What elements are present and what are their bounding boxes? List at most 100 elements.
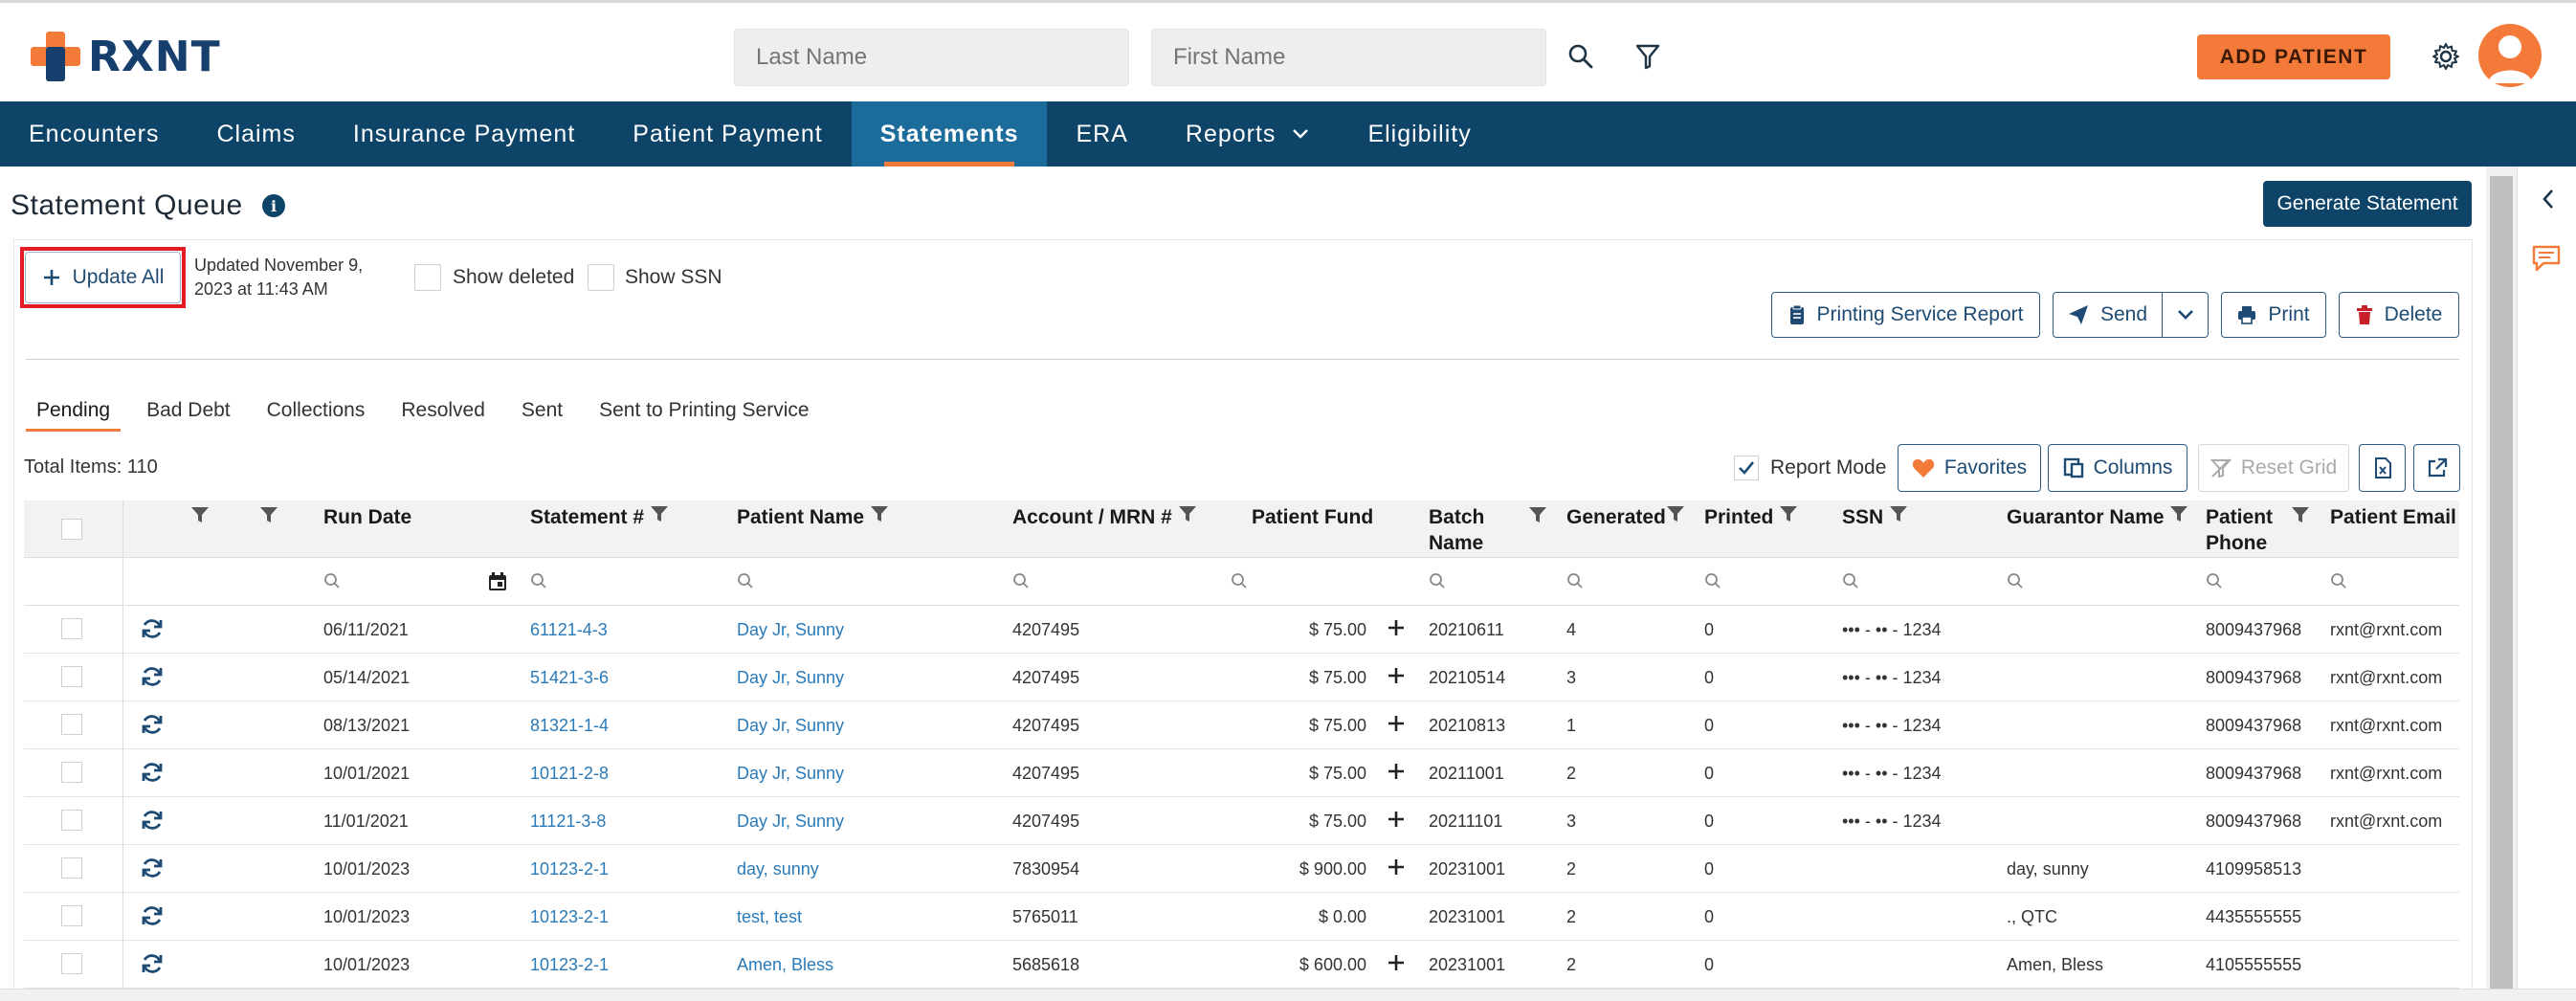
statement-link[interactable]: 11121-3-8 (530, 812, 606, 832)
add-fund-plus-icon[interactable] (1387, 856, 1406, 879)
statement-link[interactable]: 10123-2-1 (530, 859, 609, 879)
show-deleted-checkbox[interactable] (414, 264, 441, 291)
filter-icon[interactable] (650, 504, 669, 523)
refresh-icon[interactable] (141, 809, 164, 836)
filter-icon[interactable] (1779, 504, 1798, 523)
header-patient-fund[interactable]: Patient Fund (1252, 504, 1373, 530)
chat-icon[interactable] (2527, 239, 2565, 278)
patient-name-link[interactable]: Day Jr, Sunny (737, 812, 844, 832)
filter-icon[interactable] (2291, 505, 2310, 524)
column-filter-search-icon[interactable] (1704, 572, 1721, 594)
filter-icon[interactable] (1528, 505, 1547, 524)
tab-sent-to-printing-service[interactable]: Sent to Printing Service (588, 395, 819, 432)
column-filter-search-icon[interactable] (2007, 572, 2024, 594)
filter-icon[interactable] (1178, 504, 1197, 523)
header-printed[interactable]: Printed (1704, 504, 1798, 530)
filter-icon[interactable] (1629, 37, 1667, 76)
update-all-button[interactable]: Update All (25, 252, 181, 303)
table-row[interactable]: 11/01/2021 11121-3-8 Day Jr, Sunny 4207495 2… (24, 797, 2459, 845)
report-mode-checkbox[interactable] (1734, 456, 1759, 480)
table-row[interactable]: 08/13/2021 81321-1-4 Day Jr, Sunny 4207495 2… (24, 701, 2459, 749)
column-filter-search-icon[interactable] (2206, 572, 2223, 594)
header-patient-email[interactable]: Patient Email (2330, 504, 2456, 530)
header-patient-name[interactable]: Patient Name (737, 504, 889, 530)
patient-name-link[interactable]: Day Jr, Sunny (737, 620, 844, 640)
header-generated[interactable]: Generated (1566, 504, 1685, 530)
delete-button[interactable]: Delete (2339, 292, 2459, 338)
refresh-icon[interactable] (141, 665, 164, 693)
table-row[interactable]: 10/01/2023 10123-2-1 day, sunny 7830954 2023… (24, 845, 2459, 893)
header-ssn[interactable]: SSN (1842, 504, 1908, 530)
statement-link[interactable]: 51421-3-6 (530, 668, 609, 688)
filter-icon[interactable] (1889, 504, 1908, 523)
refresh-icon[interactable] (141, 904, 164, 932)
favorites-button[interactable]: Favorites (1898, 444, 2041, 492)
refresh-icon[interactable] (141, 761, 164, 789)
patient-name-link[interactable]: test, test (737, 907, 802, 927)
nav-patient-payment[interactable]: Patient Payment (604, 101, 851, 167)
nav-insurance-payment[interactable]: Insurance Payment (324, 101, 604, 167)
rxnt-logo[interactable]: RXNT (29, 30, 221, 83)
table-row[interactable]: 10/01/2023 10123-2-1 Amen, Bless 5685618 202… (24, 941, 2459, 989)
add-fund-plus-icon[interactable] (1387, 713, 1406, 736)
table-row[interactable]: 10/01/2023 10123-2-1 test, test 5765011 2023… (24, 893, 2459, 941)
header-guarantor-name[interactable]: Guarantor Name (2007, 504, 2188, 530)
last-name-input[interactable] (734, 29, 1129, 86)
column-filter-search-icon[interactable] (1566, 572, 1584, 594)
filter-icon[interactable] (1666, 504, 1685, 523)
report-mode-toggle[interactable]: Report Mode (1734, 456, 1886, 480)
refresh-icon[interactable] (141, 856, 164, 884)
filter-icon[interactable] (259, 505, 278, 524)
header-batch-name[interactable]: Batch Name (1429, 504, 1484, 556)
tab-resolved[interactable]: Resolved (390, 395, 496, 432)
column-filter-search-icon[interactable] (530, 572, 547, 594)
filter-icon[interactable] (2169, 504, 2188, 523)
generate-statement-button[interactable]: Generate Statement (2263, 181, 2472, 227)
header-run-date[interactable]: Run Date (323, 504, 411, 530)
tab-pending[interactable]: Pending (26, 395, 122, 432)
columns-button[interactable]: Columns (2048, 444, 2187, 492)
horizontal-scroll-track[interactable] (0, 989, 2576, 1001)
statement-link[interactable]: 10123-2-1 (530, 907, 609, 927)
statement-link[interactable]: 61121-4-3 (530, 620, 608, 640)
tab-sent[interactable]: Sent (511, 395, 573, 432)
reset-grid-button[interactable]: Reset Grid (2198, 444, 2349, 492)
column-filter-search-icon[interactable] (1429, 572, 1446, 594)
filter-icon[interactable] (190, 505, 210, 524)
printing-service-report-button[interactable]: Printing Service Report (1771, 292, 2040, 338)
add-patient-button[interactable]: ADD PATIENT (2197, 34, 2390, 79)
search-icon[interactable] (1562, 37, 1600, 76)
table-row[interactable]: 05/14/2021 51421-3-6 Day Jr, Sunny 4207495 2… (24, 654, 2459, 701)
refresh-icon[interactable] (141, 952, 164, 980)
add-fund-plus-icon[interactable] (1387, 809, 1406, 832)
column-filter-search-icon[interactable] (1231, 572, 1248, 594)
nav-claims[interactable]: Claims (188, 101, 323, 167)
refresh-icon[interactable] (141, 713, 164, 741)
export-excel-button[interactable] (2359, 444, 2406, 492)
patient-name-link[interactable]: Day Jr, Sunny (737, 764, 844, 784)
add-fund-plus-icon[interactable] (1387, 952, 1406, 975)
print-button[interactable]: Print (2221, 292, 2326, 338)
first-name-input[interactable] (1151, 29, 1546, 86)
tab-bad-debt[interactable]: Bad Debt (136, 395, 241, 432)
statement-link[interactable]: 10121-2-8 (530, 764, 609, 784)
header-account[interactable]: Account / MRN # (1012, 504, 1197, 530)
add-fund-plus-icon[interactable] (1387, 617, 1406, 640)
send-dropdown-button[interactable] (2162, 292, 2209, 338)
patient-name-link[interactable]: Day Jr, Sunny (737, 668, 844, 688)
statement-link[interactable]: 10123-2-1 (530, 955, 609, 975)
nav-eligibility[interactable]: Eligibility (1339, 101, 1499, 167)
open-external-button[interactable] (2413, 444, 2460, 492)
filter-icon[interactable] (870, 504, 889, 523)
nav-statements[interactable]: Statements (851, 101, 1048, 167)
nav-reports[interactable]: Reports (1157, 101, 1340, 167)
nav-encounters[interactable]: Encounters (0, 101, 188, 167)
add-fund-plus-icon[interactable] (1387, 761, 1406, 784)
column-filter-search-icon[interactable] (2330, 572, 2347, 594)
header-statement[interactable]: Statement # (530, 504, 669, 530)
table-row[interactable]: 06/11/2021 61121-4-3 Day Jr, Sunny 4207495 2… (24, 606, 2459, 654)
table-row[interactable]: 10/01/2021 10121-2-8 Day Jr, Sunny 4207495 2… (24, 749, 2459, 797)
add-fund-plus-icon[interactable] (1387, 665, 1406, 688)
collapse-chevron-left-icon[interactable] (2535, 186, 2562, 212)
column-filter-search-icon[interactable] (1842, 572, 1859, 594)
